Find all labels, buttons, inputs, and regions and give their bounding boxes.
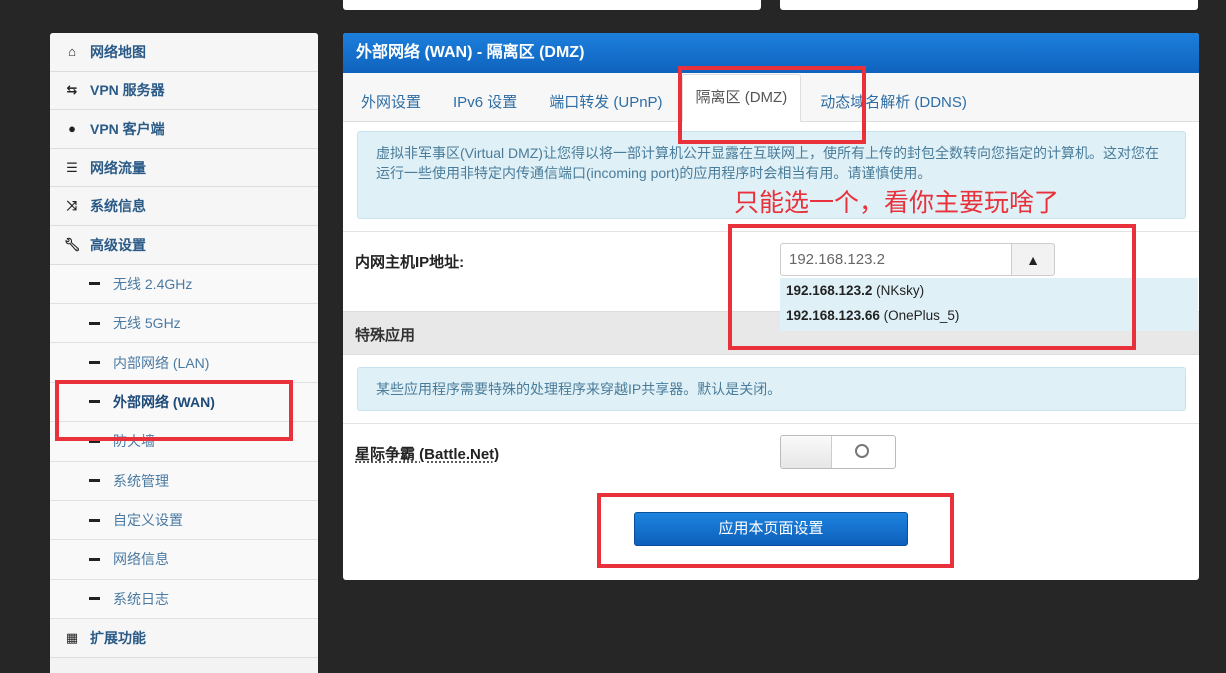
sidebar-subitem-label: 无线 2.4GHz <box>113 275 193 292</box>
annotation-box-wan-menu <box>55 380 293 441</box>
sidebar-item-label: VPN 客户端 <box>90 120 165 137</box>
sidebar-subitem-lan[interactable]: 内部网络 (LAN) <box>50 343 318 383</box>
traffic-icon: ☰ <box>66 159 78 175</box>
sidebar-subitem-label: 系统日志 <box>113 590 169 607</box>
dash-icon <box>89 282 100 286</box>
host-ip-label: 内网主机IP地址: <box>355 254 465 271</box>
sidebar-subitem-label: 网络信息 <box>113 551 169 568</box>
tab-ipv6[interactable]: IPv6 设置 <box>440 81 530 121</box>
globe-icon: ● <box>68 121 76 137</box>
dash-icon <box>89 518 100 522</box>
toggle-off-icon <box>855 444 869 458</box>
sidebar-subitem-syslog[interactable]: 系统日志 <box>50 579 318 620</box>
special-apps-info: 某些应用程序需要特殊的处理程序来穿越IP共享器。默认是关闭。 <box>357 367 1186 411</box>
sidebar-item-advanced[interactable]: 🔧︎ 高级设置 <box>50 225 318 265</box>
sidebar-item-label: 网络地图 <box>90 43 146 60</box>
sidebar-item-label: 扩展功能 <box>90 629 146 646</box>
dash-icon <box>89 321 100 325</box>
battlenet-label: 星际争霸 (Battle.Net) <box>355 446 500 463</box>
sidebar-subitem-wireless-5[interactable]: 无线 5GHz <box>50 303 318 344</box>
dash-icon <box>89 557 100 561</box>
sidebar-item-label: 网络流量 <box>90 159 146 176</box>
annotation-box-ip-select <box>728 224 1136 350</box>
sidebar-subitem-label: 内部网络 (LAN) <box>113 354 210 371</box>
dash-icon <box>89 479 100 483</box>
annotation-text: 只能选一个，看你主要玩啥了 <box>734 188 1060 217</box>
sidebar-item-vpn-client[interactable]: ● VPN 客户端 <box>50 110 318 149</box>
top-card-right <box>780 0 1198 10</box>
sidebar-subitem-wireless-24[interactable]: 无线 2.4GHz <box>50 264 318 304</box>
annotation-box-dmz-tab <box>678 66 866 144</box>
sidebar-subitem-admin[interactable]: 系统管理 <box>50 461 318 501</box>
home-icon: ⌂ <box>68 44 76 60</box>
sidebar-item-label: 系统信息 <box>90 198 146 215</box>
wrench-icon: 🔧︎ <box>63 236 81 252</box>
sidebar-item-extensions[interactable]: ▦ 扩展功能 <box>50 619 318 658</box>
toggle-knob <box>781 436 832 468</box>
sidebar-subitem-label: 自定义设置 <box>113 512 183 529</box>
annotation-box-apply <box>597 493 954 568</box>
sidebar-subitem-label: 系统管理 <box>113 472 169 489</box>
sidebar-item-traffic[interactable]: ☰ 网络流量 <box>50 148 318 188</box>
shuffle-icon: ⤨ <box>66 198 78 214</box>
sidebar-subitem-netinfo[interactable]: 网络信息 <box>50 540 318 580</box>
sidebar-item-label: VPN 服务器 <box>90 82 165 99</box>
sidebar: ⌂ 网络地图 ⇆ VPN 服务器 ● VPN 客户端 ☰ 网络流量 ⤨ 系统信息… <box>50 33 318 673</box>
tab-port-forwarding[interactable]: 端口转发 (UPnP) <box>536 81 675 121</box>
sidebar-item-system-info[interactable]: ⤨ 系统信息 <box>50 187 318 226</box>
sidebar-subitem-custom[interactable]: 自定义设置 <box>50 500 318 541</box>
vpn-server-icon: ⇆ <box>66 82 78 98</box>
tab-wan-settings[interactable]: 外网设置 <box>348 81 434 121</box>
sidebar-item-network-map[interactable]: ⌂ 网络地图 <box>50 33 318 72</box>
top-card-left <box>343 0 761 10</box>
battlenet-toggle[interactable] <box>780 435 896 469</box>
dash-icon <box>89 597 100 601</box>
sidebar-item-label: 高级设置 <box>90 236 146 253</box>
divider <box>343 423 1199 424</box>
dash-icon <box>89 361 100 365</box>
special-apps-title: 特殊应用 <box>355 327 416 344</box>
sidebar-item-vpn-server[interactable]: ⇆ VPN 服务器 <box>50 71 318 111</box>
sidebar-subitem-label: 无线 5GHz <box>113 315 181 332</box>
grid-icon: ▦ <box>65 629 79 645</box>
